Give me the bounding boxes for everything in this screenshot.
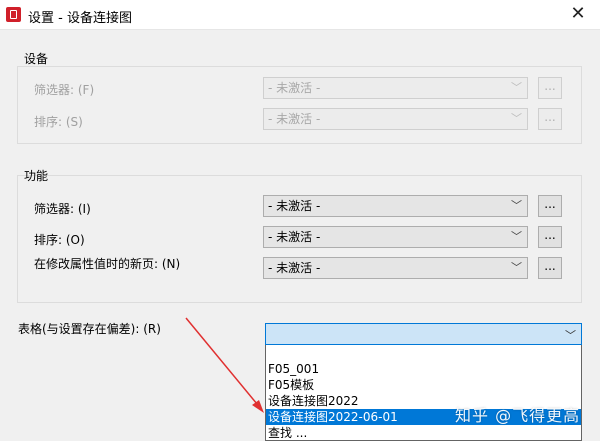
close-icon[interactable]: ✕ [556,0,600,30]
function-newpage-select[interactable]: - 未激活 - ﹀ [263,257,528,279]
function-filter-value: - 未激活 - [268,199,321,213]
chevron-down-icon: ﹀ [511,199,522,212]
device-sort-label: 排序: (S) [34,115,83,129]
device-sort-browse-button[interactable]: ... [538,108,562,130]
function-sort-select[interactable]: - 未激活 - ﹀ [263,226,528,248]
device-sort-value: - 未激活 - [268,112,321,126]
device-filter-value: - 未激活 - [268,81,321,95]
function-filter-select[interactable]: - 未激活 - ﹀ [263,195,528,217]
chevron-down-icon: ﹀ [511,261,522,274]
device-filter-label: 筛选器: (F) [34,83,95,97]
function-newpage-label: 在修改属性值时的新页: (N) [34,257,181,271]
function-sort-browse-button[interactable]: ... [538,226,562,248]
function-sort-value: - 未激活 - [268,230,321,244]
bottom-strip [0,432,265,441]
device-sort-select[interactable]: - 未激活 - ﹀ [263,108,528,130]
dropdown-option[interactable]: 查找 ... [266,425,581,441]
function-filter-browse-button[interactable]: ... [538,195,562,217]
function-newpage-browse-button[interactable]: ... [538,257,562,279]
function-filter-label: 筛选器: (I) [34,202,91,216]
dropdown-option[interactable]: F05模板 [266,377,581,393]
function-group-title: 功能 [24,169,49,183]
app-icon [6,7,21,22]
chevron-down-icon: ﹀ [511,81,522,94]
device-filter-select[interactable]: - 未激活 - ﹀ [263,77,528,99]
function-sort-label: 排序: (O) [34,233,85,247]
table-label: 表格(与设置存在偏差): (R) [18,322,161,336]
chevron-down-icon: ﹀ [565,329,576,342]
chevron-down-icon: ﹀ [511,112,522,125]
table-dropdown-list: F05_001 F05模板 设备连接图2022 设备连接图2022-06-01 … [265,345,582,441]
window-title: 设置 - 设备连接图 [28,11,132,26]
chevron-down-icon: ﹀ [511,230,522,243]
function-newpage-value: - 未激活 - [268,261,321,275]
title-bar: 设置 - 设备连接图 ✕ [0,0,600,30]
device-filter-browse-button[interactable]: ... [538,77,562,99]
device-group-title: 设备 [24,52,49,66]
dropdown-option[interactable]: F05_001 [266,361,581,377]
table-select[interactable]: ﹀ [265,323,582,345]
watermark-text: 知乎 @飞得更高 [455,406,581,425]
